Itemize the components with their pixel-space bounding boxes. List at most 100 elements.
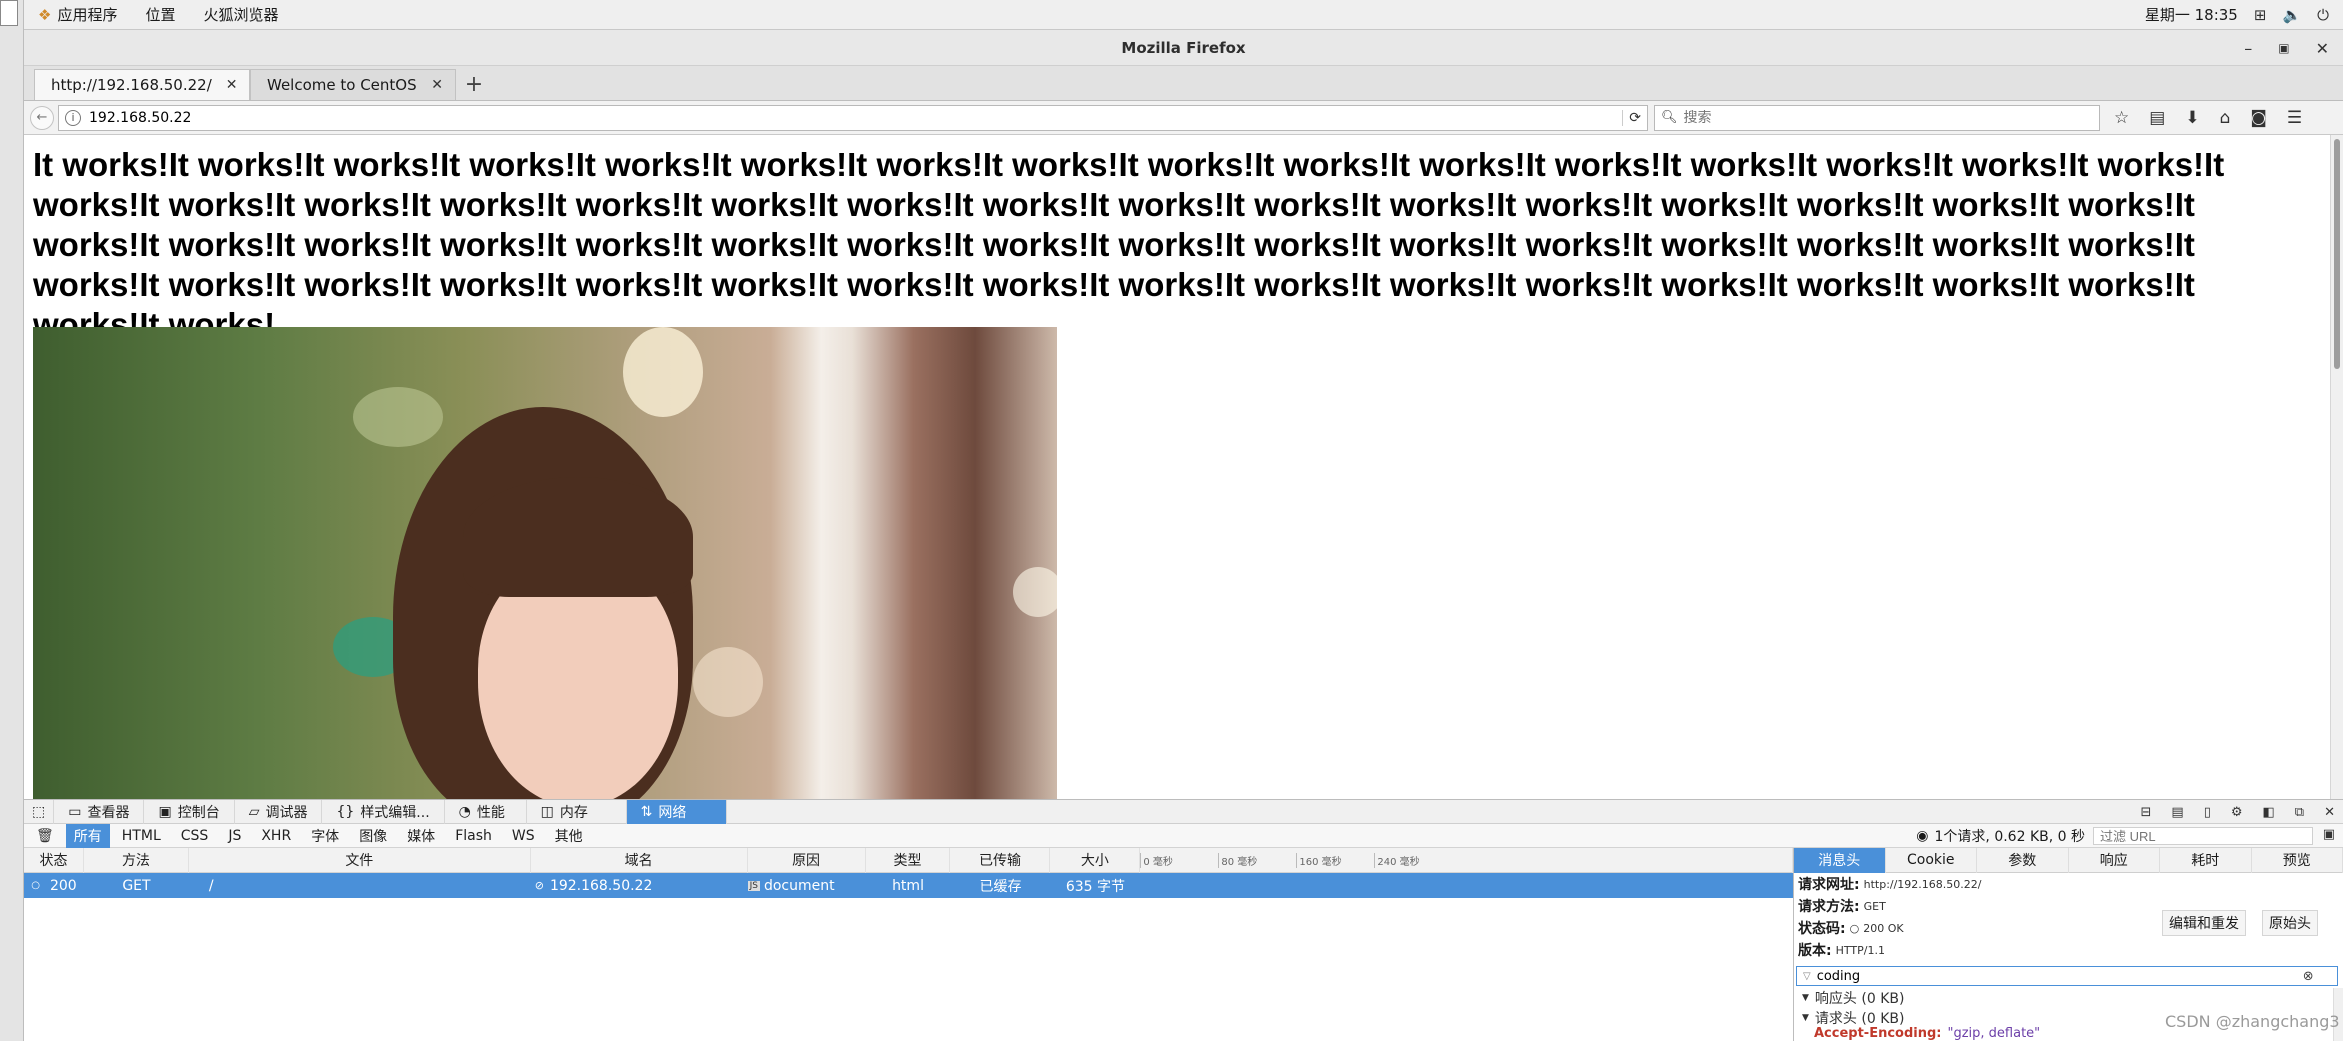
filter-xhr[interactable]: XHR — [253, 826, 299, 846]
menu-firefox[interactable]: 火狐浏览器 — [189, 4, 292, 25]
power-icon[interactable]: ⏻ — [2317, 6, 2329, 24]
search-input[interactable] — [1683, 109, 2084, 126]
tool-memory[interactable]: ◫ 内存 — [527, 799, 627, 824]
page-scrollbar[interactable] — [2330, 135, 2343, 799]
filter-css[interactable]: CSS — [173, 826, 217, 846]
tab-label: http://192.168.50.22/ — [51, 76, 212, 94]
url-input[interactable] — [89, 109, 1489, 126]
home-icon[interactable]: ⌂ — [2220, 108, 2231, 128]
response-headers-section[interactable]: ▼ 响应头 (0 KB) — [1802, 988, 1904, 1008]
tab-bar: http://192.168.50.22/ ✕ Welcome to CentO… — [24, 66, 2343, 101]
menu-applications[interactable]: 应用程序 — [53, 4, 131, 25]
js-badge-icon: JS — [747, 880, 760, 891]
url-bar[interactable]: i ⟳ — [58, 104, 1648, 131]
pick-element-icon: ⬚ — [32, 803, 46, 820]
col-timeline[interactable]: 0 毫秒 80 毫秒 160 毫秒 240 毫秒 — [1140, 847, 1793, 873]
clear-filter-icon[interactable]: ⊗ — [2303, 969, 2314, 984]
tool-style-editor[interactable]: {} 样式编辑... — [322, 799, 445, 824]
edit-and-resend-button[interactable]: 编辑和重发 — [2162, 910, 2246, 936]
close-devtools-icon[interactable]: ✕ — [2324, 805, 2335, 820]
tool-console[interactable]: ▣ 控制台 — [144, 799, 235, 824]
close-window-icon[interactable]: ✕ — [2316, 39, 2329, 58]
menu-icon[interactable]: ☰ — [2287, 108, 2302, 128]
filter-html[interactable]: HTML — [114, 826, 169, 846]
filter-all[interactable]: 所有 — [65, 823, 110, 848]
page-photo — [33, 327, 1057, 799]
headers-filter-box[interactable]: ▽ ⊗ — [1796, 966, 2338, 986]
section-label: 请求头 (0 KB) — [1814, 1011, 1905, 1027]
col-cause[interactable]: 原因 — [748, 847, 866, 873]
tab-response[interactable]: 响应 — [2069, 847, 2160, 873]
tab-headers[interactable]: 消息头 — [1794, 847, 1886, 873]
headers-filter-input[interactable] — [1816, 968, 2297, 984]
col-file[interactable]: 文件 — [189, 847, 531, 873]
tab-centos[interactable]: Welcome to CentOS ✕ — [250, 69, 456, 100]
responsive-design-icon[interactable]: ▯ — [2204, 805, 2211, 820]
filter-media[interactable]: 媒体 — [399, 824, 443, 848]
close-tab-icon[interactable]: ✕ — [226, 77, 238, 93]
desktop-window-thumb — [0, 0, 18, 26]
col-transferred[interactable]: 已传输 — [950, 847, 1051, 873]
tab-preview[interactable]: 预览 — [2252, 847, 2343, 873]
tab-params[interactable]: 参数 — [1977, 847, 2069, 873]
col-method[interactable]: 方法 — [84, 847, 189, 873]
tool-debugger[interactable]: ▱ 调试器 — [235, 799, 323, 824]
request-summary: ◉ 1个请求, 0.62 KB, 0 秒 — [1916, 824, 2085, 848]
filter-images[interactable]: 图像 — [351, 824, 395, 848]
volume-icon[interactable]: 🔈 — [2282, 6, 2301, 24]
col-type[interactable]: 类型 — [866, 847, 951, 873]
minimize-icon[interactable]: – — [2244, 39, 2252, 58]
summary-text: 1个请求, 0.62 KB, 0 秒 — [1934, 829, 2085, 845]
summary-gauge-icon: ◉ — [1916, 828, 1929, 844]
scratchpad-icon[interactable]: ▤ — [2171, 805, 2183, 820]
back-button[interactable]: ← — [30, 105, 54, 130]
new-tab-button[interactable]: + — [456, 69, 492, 100]
tab-home[interactable]: http://192.168.50.22/ ✕ — [34, 69, 250, 100]
bookmark-star-icon[interactable]: ☆ — [2114, 108, 2129, 128]
filter-flash[interactable]: Flash — [447, 826, 500, 846]
pocket-icon[interactable]: ◙ — [2250, 108, 2267, 128]
dock-side-icon[interactable]: ◧ — [2263, 805, 2275, 820]
tab-cookies[interactable]: Cookie — [1886, 847, 1977, 873]
site-info-icon[interactable]: i — [65, 109, 81, 126]
filter-fonts[interactable]: 字体 — [303, 824, 347, 848]
request-headers-section[interactable]: ▼ 请求头 (0 KB) — [1802, 1008, 1904, 1028]
cell-size: 635 字节 — [1065, 878, 1125, 895]
timeline-tick: 0 毫秒 — [1140, 852, 1218, 868]
url-filter-input[interactable] — [2093, 827, 2313, 845]
tool-network[interactable]: ⇅ 网络 — [626, 799, 727, 824]
col-domain[interactable]: 域名 — [531, 847, 748, 873]
split-console-icon[interactable]: ⊟ — [2140, 805, 2151, 820]
settings-gear-icon[interactable]: ⚙ — [2231, 805, 2243, 820]
search-bar[interactable]: 🔍︎ — [1654, 104, 2100, 131]
close-tab-icon[interactable]: ✕ — [431, 77, 443, 93]
reload-icon[interactable]: ⟳ — [1622, 109, 1641, 126]
menu-places[interactable]: 位置 — [131, 4, 189, 25]
filter-ws[interactable]: WS — [504, 826, 543, 846]
filter-js[interactable]: JS — [220, 826, 249, 846]
clock[interactable]: 星期一 18:35 — [2145, 4, 2238, 25]
clear-trash-icon[interactable]: 🗑︎ — [36, 828, 54, 844]
window-controls: – ▣ ✕ — [2244, 30, 2329, 66]
download-icon[interactable]: ⬇ — [2185, 108, 2199, 128]
request-method-value: GET — [1863, 899, 1886, 913]
window-title: Mozilla Firefox — [1121, 38, 1246, 57]
col-status[interactable]: 状态 — [24, 847, 84, 873]
tab-timings[interactable]: 耗时 — [2160, 847, 2252, 873]
reading-list-icon[interactable]: ▤ — [2149, 108, 2165, 128]
tool-performance[interactable]: ◔ 性能 — [445, 799, 527, 824]
tool-inspector[interactable]: ▭ 查看器 — [54, 799, 145, 824]
tool-label: 查看器 — [87, 804, 130, 821]
filter-other[interactable]: 其他 — [547, 824, 591, 848]
header-key: Accept-Encoding: — [1814, 1026, 1942, 1041]
scrollbar-thumb[interactable] — [2334, 139, 2340, 369]
col-size[interactable]: 大小 — [1050, 847, 1141, 873]
maximize-icon[interactable]: ▣ — [2278, 41, 2289, 55]
toggle-sidebar-icon[interactable]: ▣ — [2323, 827, 2335, 842]
pick-element-button[interactable]: ⬚ — [24, 799, 55, 824]
raw-headers-button[interactable]: 原始头 — [2262, 910, 2318, 936]
separate-window-icon[interactable]: ⧉ — [2295, 805, 2304, 820]
table-row[interactable]: ○ 200 GET / ⊘ 192.168.50.22 JS document htm… — [24, 873, 1793, 898]
network-icon[interactable]: ⊞ — [2254, 6, 2267, 24]
request-list-header: 状态 方法 文件 域名 原因 类型 已传输 大小 0 毫秒 80 毫秒 160 … — [24, 847, 1793, 873]
